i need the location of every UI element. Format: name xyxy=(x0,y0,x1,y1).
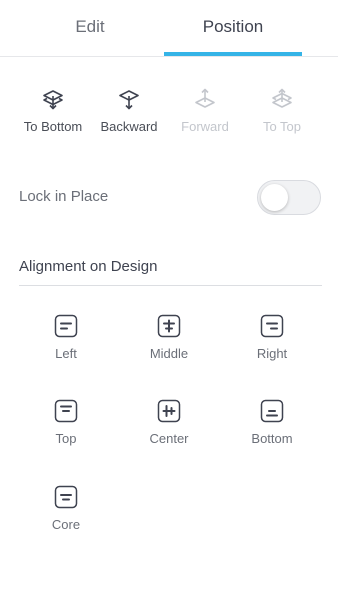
align-left-icon xyxy=(54,314,78,338)
to-bottom-label: To Bottom xyxy=(23,119,83,134)
align-right-label: Right xyxy=(256,346,288,361)
to-top-label: To Top xyxy=(262,119,302,134)
to-top-button[interactable]: To Top xyxy=(244,86,320,138)
align-core-icon xyxy=(54,485,78,509)
bring-forward-icon xyxy=(195,88,215,108)
send-backward-icon xyxy=(119,90,139,110)
align-core-button[interactable]: Core xyxy=(21,485,111,541)
align-bottom-label: Bottom xyxy=(251,431,293,446)
align-top-label: Top xyxy=(55,431,77,446)
align-left-button[interactable]: Left xyxy=(21,314,111,370)
forward-label: Forward xyxy=(181,119,229,134)
tab-bar: Edit Position xyxy=(0,0,338,57)
align-top-button[interactable]: Top xyxy=(21,399,111,455)
align-core-label: Core xyxy=(51,517,81,532)
toggle-knob xyxy=(261,184,288,211)
bring-to-top-icon xyxy=(272,88,292,108)
to-bottom-button[interactable]: To Bottom xyxy=(15,86,91,138)
forward-button[interactable]: Forward xyxy=(167,86,243,138)
lock-in-place-toggle[interactable] xyxy=(257,180,321,215)
active-tab-indicator xyxy=(164,52,302,56)
section-divider xyxy=(19,285,322,286)
alignment-section-title: Alignment on Design xyxy=(19,258,158,275)
align-middle-button[interactable]: Middle xyxy=(124,314,214,370)
backward-button[interactable]: Backward xyxy=(91,86,167,138)
lock-in-place-label: Lock in Place xyxy=(19,188,109,205)
arrange-toolbar: To Bottom Backward Forward To Top xyxy=(0,86,338,138)
align-right-icon xyxy=(260,314,284,338)
tab-edit-label: Edit xyxy=(75,17,105,36)
align-bottom-icon xyxy=(260,399,284,423)
backward-label: Backward xyxy=(100,119,158,134)
align-middle-icon xyxy=(157,314,181,338)
align-bottom-button[interactable]: Bottom xyxy=(227,399,317,455)
tab-position[interactable]: Position xyxy=(164,0,302,57)
align-center-icon xyxy=(157,399,181,423)
align-left-label: Left xyxy=(55,346,77,361)
align-middle-label: Middle xyxy=(149,346,189,361)
tab-position-label: Position xyxy=(202,17,264,36)
align-right-button[interactable]: Right xyxy=(227,314,317,370)
align-center-button[interactable]: Center xyxy=(124,399,214,455)
tab-edit[interactable]: Edit xyxy=(18,0,162,57)
send-to-bottom-icon xyxy=(43,90,63,110)
align-top-icon xyxy=(54,399,78,423)
align-center-label: Center xyxy=(149,431,189,446)
